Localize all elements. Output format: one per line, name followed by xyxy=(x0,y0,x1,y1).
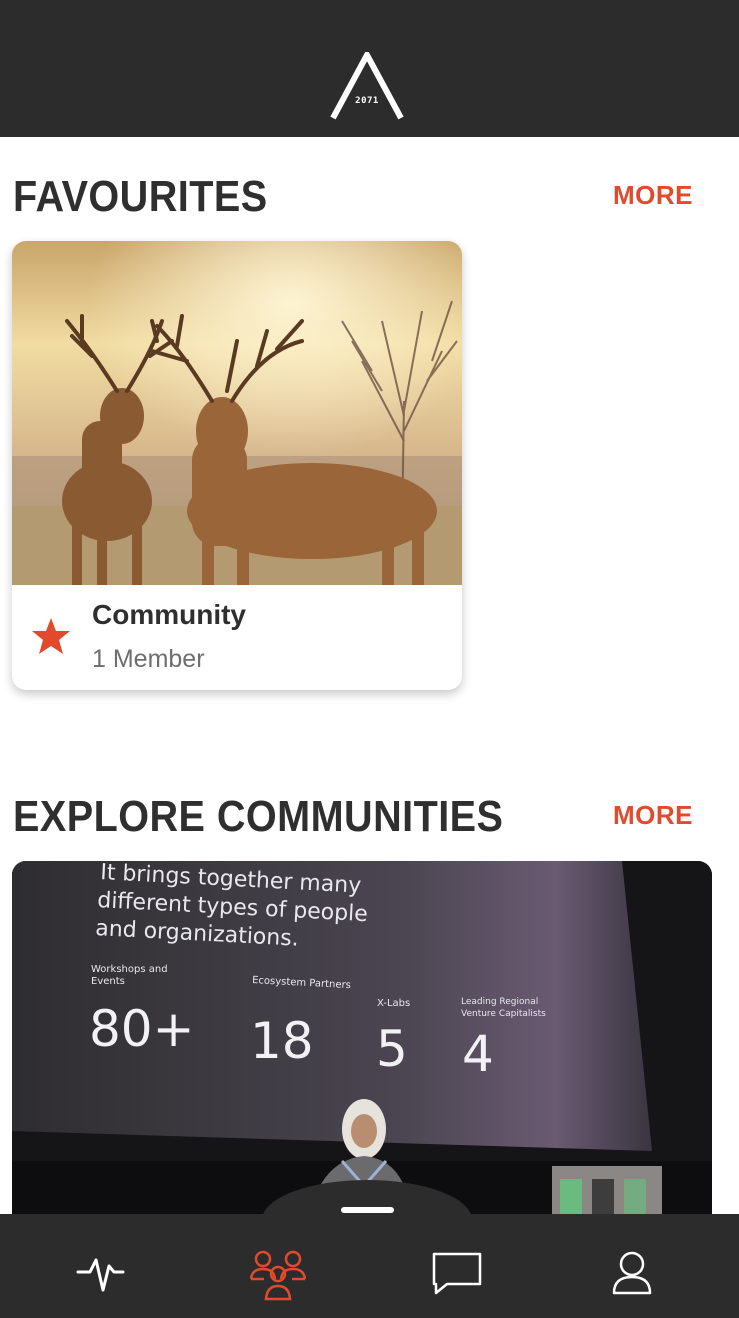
nav-item-profile[interactable] xyxy=(592,1242,672,1302)
mountain-a-logo-icon xyxy=(330,48,404,120)
favourites-header: FAVOURITES MORE xyxy=(13,172,693,232)
favourites-more-link[interactable]: MORE xyxy=(613,180,693,211)
home-indicator[interactable] xyxy=(341,1207,394,1213)
stat-label-4b: Venture Capitalists xyxy=(461,1009,546,1019)
user-icon xyxy=(612,1251,652,1295)
explore-more-link[interactable]: MORE xyxy=(613,800,693,831)
app-logo[interactable]: 2071 xyxy=(330,48,404,122)
community-name: Community xyxy=(92,599,246,630)
explore-header: EXPLORE COMMUNITIES MORE xyxy=(13,792,693,852)
stat-value-1: 80+ xyxy=(89,1000,195,1058)
stat-value-2: 18 xyxy=(250,1012,314,1070)
people-group-icon xyxy=(249,1250,307,1301)
chat-bubble-icon xyxy=(432,1252,482,1295)
pulse-icon xyxy=(76,1258,125,1292)
nav-item-activity[interactable] xyxy=(60,1242,140,1302)
top-app-bar: 2071 xyxy=(0,0,739,137)
stat-label-4a: Leading Regional xyxy=(461,997,538,1007)
nav-item-messages[interactable] xyxy=(416,1242,496,1302)
deer-photo xyxy=(12,241,462,585)
nav-item-communities[interactable] xyxy=(238,1242,318,1302)
favourites-title: FAVOURITES xyxy=(13,172,268,221)
community-member-count: 1 Member xyxy=(92,645,205,673)
explore-title: EXPLORE COMMUNITIES xyxy=(13,792,504,841)
star-icon[interactable] xyxy=(31,617,71,655)
stat-value-4: 4 xyxy=(462,1025,494,1083)
logo-text: 2071 xyxy=(355,96,379,106)
community-card[interactable]: Community 1 Member xyxy=(12,241,462,690)
stat-label-1a: Workshops and xyxy=(91,964,168,975)
stat-label-1b: Events xyxy=(91,976,125,987)
stat-value-3: 5 xyxy=(376,1020,408,1078)
stat-label-3: X-Labs xyxy=(377,998,410,1009)
